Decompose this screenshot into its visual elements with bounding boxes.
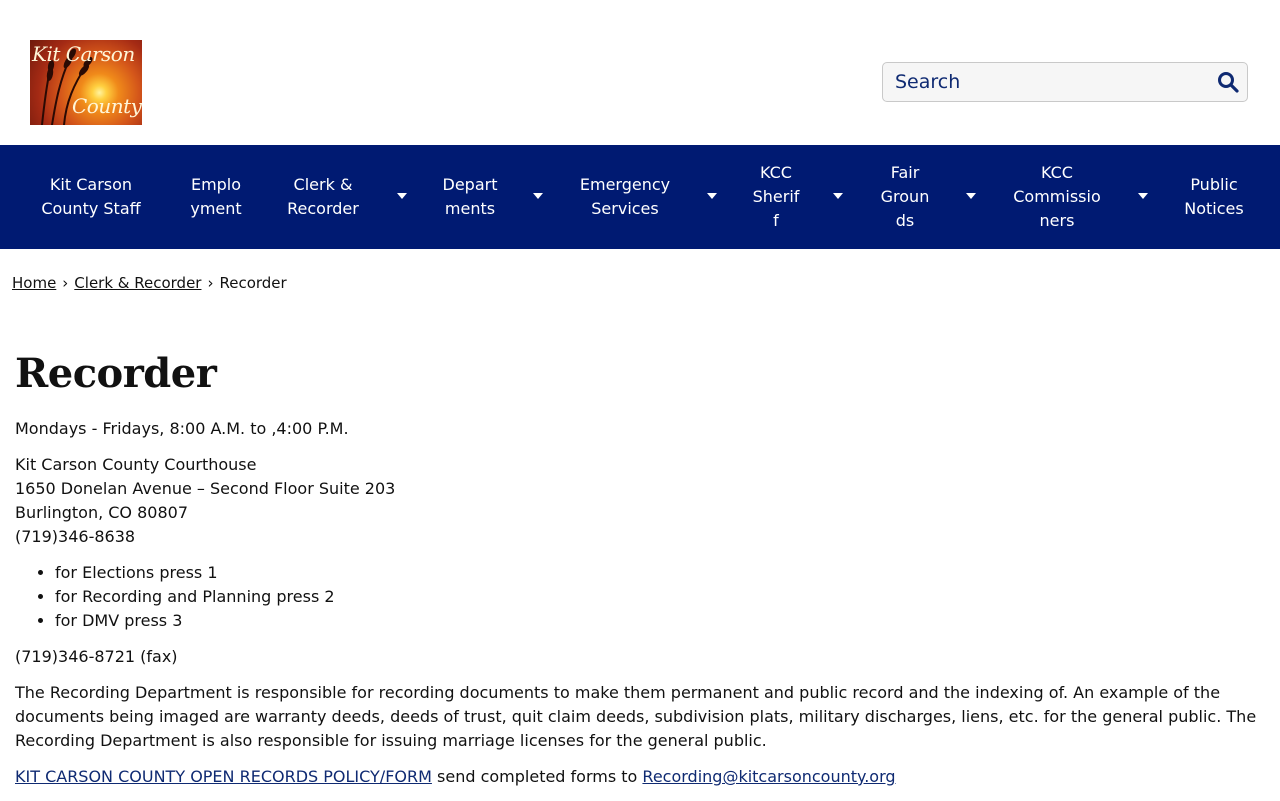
- nav-label: Public: [1190, 175, 1238, 194]
- open-records-line: KIT CARSON COUNTY OPEN RECORDS POLICY/FO…: [15, 765, 1265, 789]
- nav-item-kcc-commissioners[interactable]: KCC Commissio ners: [1006, 145, 1108, 249]
- nav-item-kit-carson-county-staff[interactable]: Kit Carson County Staff: [30, 145, 152, 249]
- phone-options-list: for Elections press 1 for Recording and …: [15, 561, 1265, 633]
- nav-label: KCC: [760, 163, 792, 182]
- phone-number: (719)346-8638: [15, 527, 136, 546]
- chevron-down-icon[interactable]: [966, 193, 976, 199]
- open-records-text: send completed forms to: [431, 767, 643, 786]
- nav-label: Services: [591, 199, 659, 218]
- open-records-policy-link[interactable]: KIT CARSON COUNTY OPEN RECORDS POLICY/FO…: [15, 767, 432, 786]
- nav-label: ners: [1039, 211, 1075, 230]
- address-line: Burlington, CO 80807: [15, 503, 189, 522]
- nav-item-employment[interactable]: Emplo yment: [182, 145, 250, 249]
- logo-wordmark: Kit Carson County: [30, 40, 142, 125]
- search-button[interactable]: [1217, 71, 1239, 93]
- office-hours: Mondays - Fridays, 8:00 A.M. to ,4:00 P.…: [15, 419, 349, 438]
- nav-label: Clerk &: [293, 175, 353, 194]
- nav-label: Fair: [890, 163, 920, 182]
- breadcrumb-current: Recorder: [219, 274, 287, 292]
- nav-item-fair-grounds[interactable]: Fair Groun ds: [874, 145, 936, 249]
- nav-label: f: [773, 211, 779, 230]
- nav-label: County Staff: [41, 199, 141, 218]
- breadcrumb-separator: ›: [207, 274, 214, 292]
- nav-label: Groun: [880, 187, 930, 206]
- chevron-down-icon[interactable]: [707, 193, 717, 199]
- nav-label: Emplo: [190, 175, 242, 194]
- site-header: Kit Carson County: [0, 0, 1280, 145]
- list-item: for Elections press 1: [55, 561, 1265, 585]
- page-content: Mondays - Fridays, 8:00 A.M. to ,4:00 P.…: [15, 417, 1265, 801]
- list-item: for Recording and Planning press 2: [55, 585, 1265, 609]
- nav-label: Notices: [1184, 199, 1244, 218]
- department-description: The Recording Department is responsible …: [15, 683, 1257, 750]
- nav-item-emergency-services[interactable]: Emergency Services: [574, 145, 676, 249]
- address-line: Kit Carson County Courthouse: [15, 455, 257, 474]
- breadcrumb: Home › Clerk & Recorder › Recorder: [12, 274, 287, 292]
- recording-email-link[interactable]: Recording@kitcarsoncounty.org: [642, 767, 895, 786]
- breadcrumb-clerk-recorder-link[interactable]: Clerk & Recorder: [74, 274, 201, 292]
- nav-item-kcc-sheriff[interactable]: KCC Sherif f: [746, 145, 806, 249]
- chevron-down-icon[interactable]: [833, 193, 843, 199]
- list-item: for DMV press 3: [55, 609, 1265, 633]
- nav-label: Recorder: [287, 199, 359, 218]
- nav-item-departments[interactable]: Depart ments: [434, 145, 506, 249]
- chevron-down-icon[interactable]: [1138, 193, 1148, 199]
- fax-number: (719)346-8721 (fax): [15, 647, 178, 666]
- page-title: Recorder: [15, 350, 217, 397]
- nav-item-public-notices[interactable]: Public Notices: [1174, 145, 1254, 249]
- logo-line-1: Kit Carson: [32, 42, 135, 66]
- address-line: 1650 Donelan Avenue – Second Floor Suite…: [15, 479, 396, 498]
- nav-label: yment: [190, 199, 242, 218]
- search-input[interactable]: [883, 63, 1215, 101]
- nav-label: Depart: [442, 175, 498, 194]
- site-logo[interactable]: Kit Carson County: [30, 40, 142, 125]
- nav-label: KCC: [1041, 163, 1073, 182]
- nav-label: Sherif: [752, 187, 800, 206]
- main-navigation: Kit Carson County Staff Emplo yment Clerk …: [0, 145, 1280, 249]
- nav-label: ds: [895, 211, 915, 230]
- chevron-down-icon[interactable]: [533, 193, 543, 199]
- nav-item-clerk-recorder[interactable]: Clerk & Recorder: [278, 145, 368, 249]
- nav-label: Emergency: [579, 175, 671, 194]
- breadcrumb-home-link[interactable]: Home: [12, 274, 56, 292]
- breadcrumb-separator: ›: [62, 274, 69, 292]
- nav-label: Commissio: [1013, 187, 1101, 206]
- search-icon: [1218, 72, 1239, 93]
- nav-label: ments: [444, 199, 496, 218]
- logo-line-2: County: [72, 94, 142, 118]
- address-block: Kit Carson County Courthouse 1650 Donela…: [15, 453, 1265, 549]
- search-box: [882, 62, 1248, 102]
- chevron-down-icon[interactable]: [397, 193, 407, 199]
- nav-label: Kit Carson: [49, 175, 133, 194]
